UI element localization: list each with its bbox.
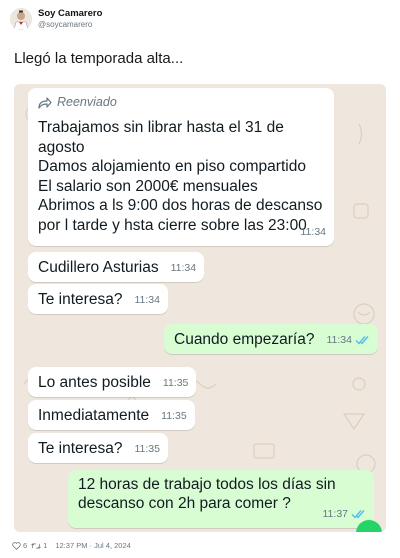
message-time: 11:35 <box>134 443 160 455</box>
post-text: Llegó la temporada alta... <box>14 50 184 67</box>
message-text: Lo antes posible <box>38 374 151 391</box>
message-time: 11:34 <box>134 294 160 306</box>
retweet-count: 1 <box>43 541 48 550</box>
message-text: Te interesa? <box>38 291 123 308</box>
message-bubble-outgoing[interactable]: Cuando empezaría? 11:34 <box>164 324 378 354</box>
forward-arrow-icon <box>38 96 52 109</box>
message-text: 12 horas de trabajo todos los días sin d… <box>78 476 336 512</box>
message-text: Cudillero Asturias <box>38 259 159 276</box>
chat-screenshot: Reenviado Trabajamos sin librar hasta el… <box>14 84 386 532</box>
message-time: 11:37 <box>322 508 349 520</box>
message-text: Te interesa? <box>38 440 123 457</box>
message-time: 11:35 <box>162 377 189 389</box>
avatar[interactable] <box>10 8 32 30</box>
message-bubble-incoming[interactable]: Te interesa? 11:35 <box>28 433 168 463</box>
message-time: 11:35 <box>161 410 187 422</box>
like-count: 6 <box>23 541 28 550</box>
message-text: Trabajamos sin librar hasta el 31 de <box>38 119 284 136</box>
message-text: Abrimos a ls 9:00 dos horas de descanso <box>38 197 323 214</box>
heart-icon[interactable] <box>12 541 21 550</box>
post-header: Soy Camarero @soycamarero <box>10 8 102 30</box>
message-text: agosto <box>38 138 85 156</box>
message-time: 11:34 <box>170 262 197 274</box>
message-text: Damos alojamiento en piso compartido <box>38 158 306 175</box>
forwarded-label: Reenviado <box>38 93 324 112</box>
message-time: 11:34 <box>300 226 327 238</box>
message-time-group: 11:37 <box>323 505 367 524</box>
message-time-group: 11:34 <box>326 331 370 350</box>
author-handle[interactable]: @soycamarero <box>38 19 102 30</box>
message-bubble-incoming[interactable]: Te interesa? 11:34 <box>28 284 168 314</box>
waiter-avatar-icon <box>10 8 32 30</box>
message-text: El salario son 2000€ mensuales <box>38 177 258 195</box>
message-bubble-incoming[interactable]: Lo antes posible 11:35 <box>28 367 197 397</box>
message-bubble-incoming[interactable]: Inmediatamente 11:35 <box>28 400 195 430</box>
retweet-icon[interactable] <box>31 542 42 550</box>
message-text: Cuando empezaría? <box>174 331 315 348</box>
message-text: Inmediatamente <box>38 407 150 424</box>
message-bubble-outgoing[interactable]: 12 horas de trabajo todos los días sin d… <box>68 470 374 528</box>
message-time: 11:34 <box>326 334 352 346</box>
message-bubble-incoming[interactable]: Cudillero Asturias 11:34 <box>28 252 205 282</box>
post-timestamp: 12:37 PM · Jul 4, 2024 <box>55 541 131 550</box>
post-meta: 6 1 12:37 PM · Jul 4, 2024 <box>12 541 135 550</box>
read-receipt-icon <box>355 336 369 345</box>
author-name[interactable]: Soy Camarero <box>38 8 102 19</box>
forwarded-text: Reenviado <box>57 95 117 109</box>
message-text: por l tarde y hsta cierre sobre las 23:0… <box>38 216 307 234</box>
read-receipt-icon <box>351 510 365 519</box>
message-bubble-incoming-forwarded[interactable]: Reenviado Trabajamos sin librar hasta el… <box>28 88 334 246</box>
